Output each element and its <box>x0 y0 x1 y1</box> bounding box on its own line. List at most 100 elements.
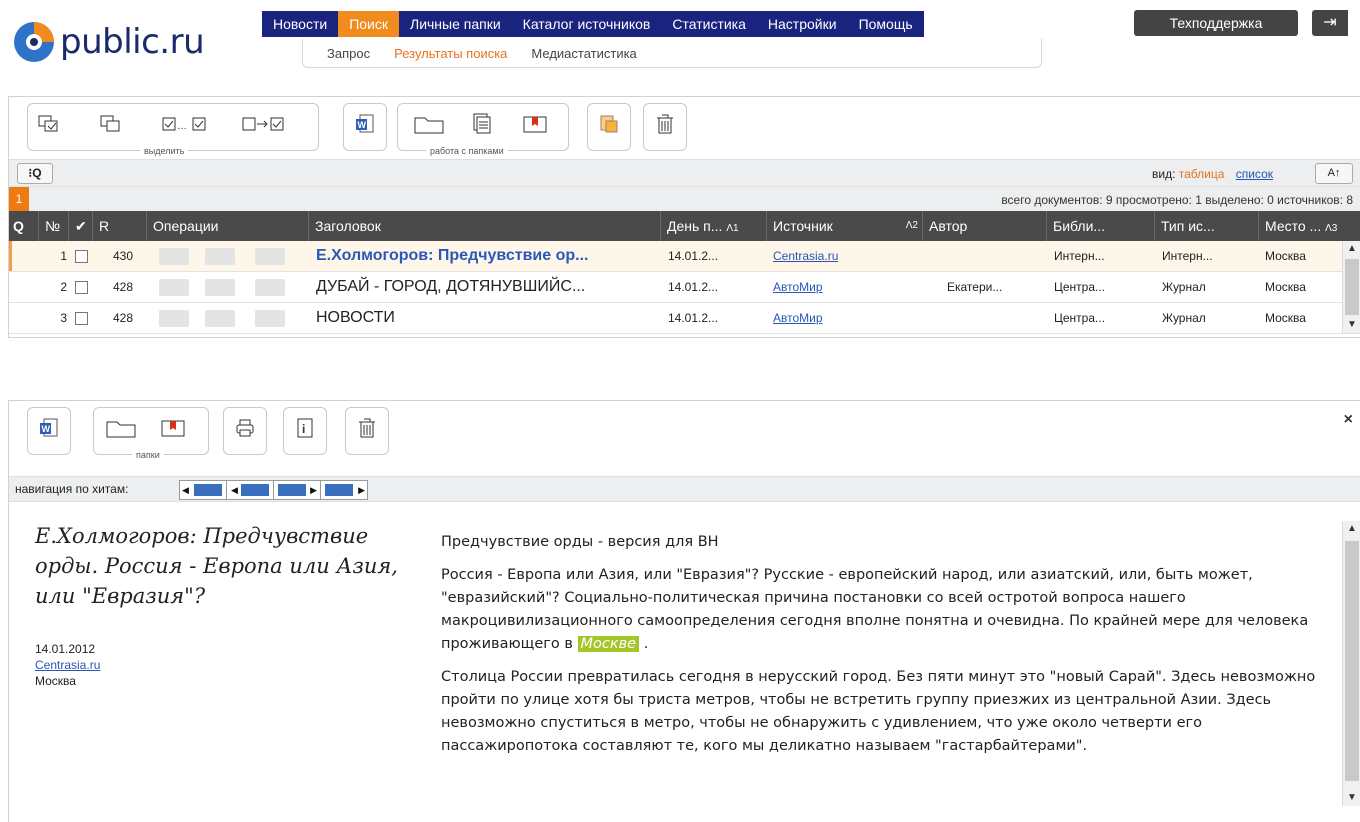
report-icon[interactable] <box>596 112 622 136</box>
nav-statistics[interactable]: Статистика <box>661 11 757 37</box>
row-checkbox[interactable] <box>75 303 88 333</box>
document-subtitle: Предчувствие орды - версия для ВН <box>441 534 719 550</box>
copy-documents-icon[interactable] <box>468 112 494 136</box>
subnav-query[interactable]: Запрос <box>315 46 382 61</box>
row-checkbox[interactable] <box>75 272 88 302</box>
view-table[interactable]: таблица <box>1179 167 1225 181</box>
print-icon[interactable] <box>232 416 258 440</box>
folder-add-icon[interactable] <box>255 248 285 265</box>
previous-hit-button[interactable]: ◀ <box>227 481 274 499</box>
info-icon[interactable] <box>159 248 189 265</box>
scroll-up-icon[interactable]: ▲ <box>1343 241 1360 257</box>
search-hit-highlight[interactable]: Москве <box>577 636 640 652</box>
column-check[interactable]: ✔ <box>69 211 93 241</box>
query-search-button[interactable]: ⁝Q <box>17 163 53 184</box>
info-icon[interactable] <box>159 279 189 296</box>
scroll-down-icon[interactable]: ▼ <box>1343 790 1360 806</box>
return-icon[interactable] <box>205 279 235 296</box>
column-author[interactable]: Автор <box>923 211 1047 241</box>
scroll-down-icon[interactable]: ▼ <box>1343 317 1360 333</box>
svg-text:i: i <box>302 422 305 436</box>
row-num: 3 <box>60 311 67 325</box>
first-hit-button[interactable]: ◀ <box>180 481 227 499</box>
table-header: Q № ✔ R Операции Заголовок День п... Λ1 … <box>9 211 1360 241</box>
word-export-icon[interactable]: W <box>352 112 378 136</box>
column-num[interactable]: № <box>39 211 69 241</box>
folder-icon[interactable] <box>412 112 446 136</box>
table-row[interactable]: 1 430 Е.Холмогоров: Предчувствие ор... 1… <box>9 241 1360 272</box>
row-title[interactable]: ДУБАЙ - ГОРОД, ДОТЯНУВШИЙС... <box>316 272 656 302</box>
subnav-search-results[interactable]: Результаты поиска <box>382 46 519 61</box>
row-author: Екатери... <box>947 280 1003 294</box>
column-day-label: День п... <box>667 218 723 234</box>
svg-text:W: W <box>42 424 51 434</box>
nav-source-catalog[interactable]: Каталог источников <box>512 11 662 37</box>
table-body: 1 430 Е.Холмогоров: Предчувствие ор... 1… <box>9 241 1360 337</box>
page-number-current[interactable]: 1 <box>9 187 29 211</box>
column-place[interactable]: Место ... Λ3 <box>1259 211 1360 241</box>
column-rank[interactable]: R <box>93 211 147 241</box>
nav-news[interactable]: Новости <box>262 11 338 37</box>
nav-help[interactable]: Помощь <box>848 11 924 37</box>
subnav-media-statistics[interactable]: Медиастатистика <box>519 46 648 61</box>
report-group <box>587 103 631 151</box>
support-button[interactable]: Техподдержка <box>1134 10 1298 36</box>
invert-selection-icon[interactable] <box>240 112 290 136</box>
table-scrollbar[interactable]: ▲ ▼ <box>1342 241 1360 333</box>
folder-add-icon[interactable] <box>255 279 285 296</box>
trash-icon[interactable] <box>652 112 678 136</box>
scroll-thumb[interactable] <box>1345 541 1359 781</box>
folder-icon[interactable] <box>104 416 138 440</box>
row-source-link[interactable]: АвтоМир <box>773 303 823 333</box>
deselect-all-icon[interactable] <box>98 112 124 136</box>
document-info-icon[interactable]: i <box>292 416 318 440</box>
nav-personal-folders[interactable]: Личные папки <box>399 11 512 37</box>
table-row[interactable]: 3 428 НОВОСТИ 14.01.2... АвтоМир Центра.… <box>9 303 1360 334</box>
document-source-link[interactable]: Centrasia.ru <box>35 657 100 673</box>
return-icon[interactable] <box>205 248 235 265</box>
row-type: Интерн... <box>1162 249 1213 263</box>
select-range-icon[interactable]: … <box>160 112 210 136</box>
page-bar: 1 всего документов: 9 просмотрено: 1 выд… <box>9 186 1360 211</box>
document-panel: W папки i × навигация по хитам: ◀ ◀ ▶ ▶ <box>8 400 1360 822</box>
select-group-label: выделить <box>140 145 189 157</box>
close-icon[interactable]: × <box>1344 411 1353 429</box>
select-all-icon[interactable] <box>36 112 62 136</box>
return-icon[interactable] <box>205 310 235 327</box>
row-source-link[interactable]: АвтоМир <box>773 272 823 302</box>
nav-search[interactable]: Поиск <box>338 11 399 37</box>
folders-group-label: работа с папками <box>426 145 508 157</box>
logo[interactable]: public.ru <box>12 20 205 64</box>
column-title[interactable]: Заголовок <box>309 211 661 241</box>
row-place: Москва <box>1265 280 1306 294</box>
table-row[interactable]: 2 428 ДУБАЙ - ГОРОД, ДОТЯНУВШИЙС... 14.0… <box>9 272 1360 303</box>
column-source[interactable]: Источник Λ2 <box>767 211 923 241</box>
info-icon[interactable] <box>159 310 189 327</box>
row-title[interactable]: Е.Холмогоров: Предчувствие ор... <box>316 241 656 271</box>
column-type[interactable]: Тип ис... <box>1155 211 1259 241</box>
bookmark-folder-icon[interactable] <box>160 416 186 440</box>
scroll-up-icon[interactable]: ▲ <box>1343 521 1360 537</box>
trash-icon[interactable] <box>354 416 380 440</box>
view-label: вид: <box>1152 167 1176 181</box>
results-stats: всего документов: 9 просмотрено: 1 выдел… <box>1001 193 1353 207</box>
last-hit-button[interactable]: ▶ <box>321 481 367 499</box>
folder-add-icon[interactable] <box>255 310 285 327</box>
bookmark-folder-icon[interactable] <box>522 112 548 136</box>
row-checkbox[interactable] <box>75 241 88 271</box>
column-search-icon[interactable]: Q <box>9 211 39 241</box>
column-day[interactable]: День п... Λ1 <box>661 211 767 241</box>
document-paragraph: Россия - Европа или Азия, или "Евразия"?… <box>441 564 1321 656</box>
word-export-icon[interactable]: W <box>36 416 62 440</box>
sort-icon[interactable]: А↑ <box>1315 163 1353 184</box>
next-hit-button[interactable]: ▶ <box>274 481 321 499</box>
row-num: 2 <box>60 280 67 294</box>
row-source-link[interactable]: Centrasia.ru <box>773 241 838 271</box>
logout-icon[interactable]: ⇥ <box>1312 10 1348 36</box>
scroll-thumb[interactable] <box>1345 259 1359 315</box>
column-library[interactable]: Библи... <box>1047 211 1155 241</box>
nav-settings[interactable]: Настройки <box>757 11 848 37</box>
view-list-link[interactable]: список <box>1236 167 1273 181</box>
document-scrollbar[interactable]: ▲ ▼ <box>1342 521 1360 806</box>
row-title[interactable]: НОВОСТИ <box>316 303 656 333</box>
